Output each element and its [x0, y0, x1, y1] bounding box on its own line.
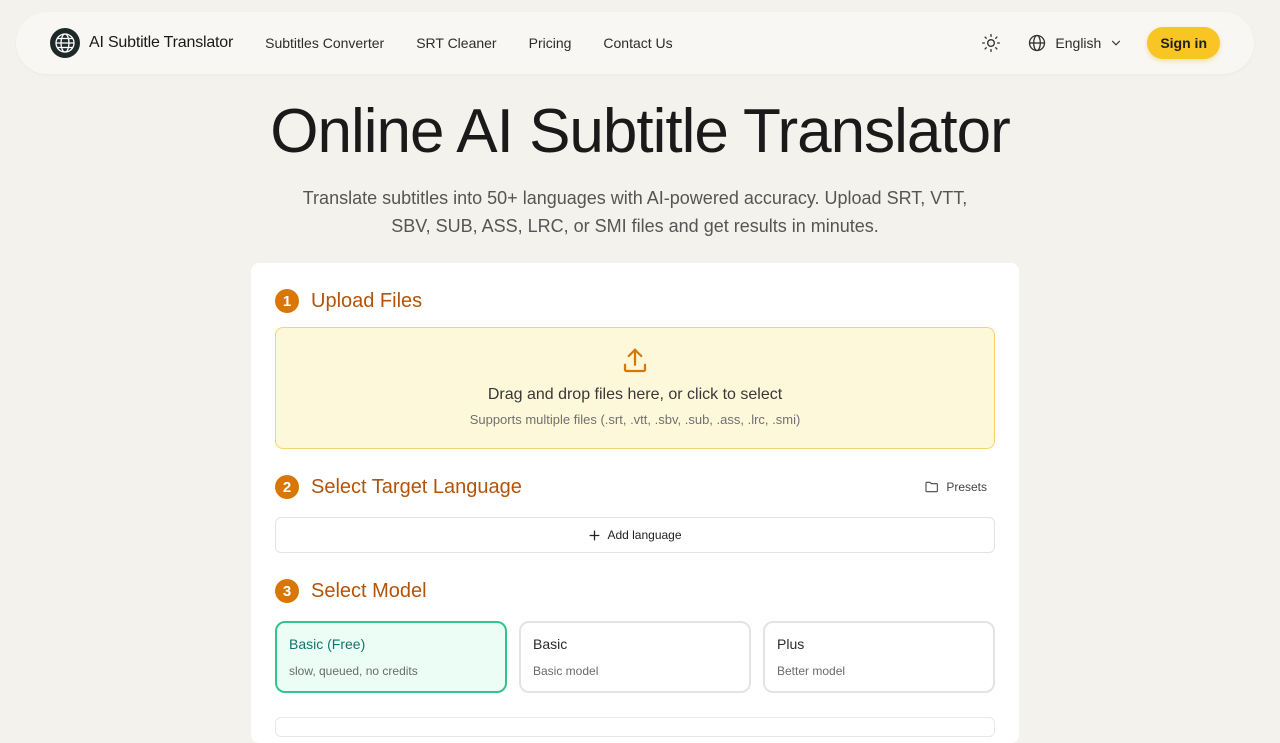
step-language-header: 2 Select Target Language: [275, 475, 522, 499]
nav-link-contact-us[interactable]: Contact Us: [603, 35, 672, 51]
model-name: Plus: [777, 636, 805, 652]
step-model-header: 3 Select Model: [275, 579, 427, 603]
nav-link-pricing[interactable]: Pricing: [529, 35, 572, 51]
sign-in-button[interactable]: Sign in: [1147, 27, 1220, 59]
nav-actions: English Sign in: [979, 27, 1220, 59]
upload-icon: [623, 348, 647, 373]
chevron-down-icon: [1112, 40, 1121, 46]
nav-link-subtitles-converter[interactable]: Subtitles Converter: [265, 35, 384, 51]
step-title: Select Target Language: [311, 475, 522, 498]
nav-links: Subtitles Converter SRT Cleaner Pricing …: [265, 35, 673, 51]
presets-label: Presets: [946, 480, 987, 494]
add-language-label: Add language: [607, 528, 682, 542]
model-option-plus[interactable]: Plus Better model: [763, 621, 995, 693]
step-number: 3: [275, 579, 299, 603]
model-description: slow, queued, no credits: [289, 664, 418, 678]
top-navbar: AI Subtitle Translator Subtitles Convert…: [16, 12, 1254, 74]
sun-icon[interactable]: [979, 31, 1003, 55]
language-selector[interactable]: English: [1027, 33, 1123, 53]
model-name: Basic: [533, 636, 568, 652]
dropzone-subtitle: Supports multiple files (.srt, .vtt, .sb…: [469, 412, 801, 427]
model-option-basic[interactable]: Basic Basic model: [519, 621, 751, 693]
page-title: Online AI Subtitle Translator: [270, 97, 1011, 166]
model-description: Basic model: [533, 664, 599, 678]
step-title: Select Model: [311, 579, 427, 602]
next-section-peek: [275, 717, 995, 737]
nav-link-srt-cleaner[interactable]: SRT Cleaner: [416, 35, 496, 51]
brand-name: AI Subtitle Translator: [89, 34, 234, 51]
file-dropzone[interactable]: Drag and drop files here, or click to se…: [275, 327, 995, 449]
language-label: English: [1055, 35, 1102, 51]
presets-button[interactable]: Presets: [924, 479, 987, 495]
model-name: Basic (Free): [289, 636, 366, 652]
page-subtitle: Translate subtitles into 50+ languages w…: [302, 188, 968, 236]
folder-icon: [925, 481, 939, 493]
plus-icon: [589, 530, 600, 540]
globe-logo-icon: [50, 28, 80, 58]
step-title: Upload Files: [311, 289, 423, 312]
step-number: 1: [275, 289, 299, 313]
step-number: 2: [275, 475, 299, 499]
translator-card: 1 Upload Files Drag and drop files here,…: [251, 263, 1019, 743]
step-upload-header: 1 Upload Files: [275, 289, 422, 313]
model-description: Better model: [777, 664, 846, 678]
dropzone-title: Drag and drop files here, or click to se…: [487, 386, 783, 403]
add-language-button[interactable]: Add language: [275, 517, 995, 553]
model-option-basic-free[interactable]: Basic (Free) slow, queued, no credits: [275, 621, 507, 693]
brand[interactable]: AI Subtitle Translator: [50, 28, 233, 58]
globe-icon: [1029, 34, 1046, 52]
